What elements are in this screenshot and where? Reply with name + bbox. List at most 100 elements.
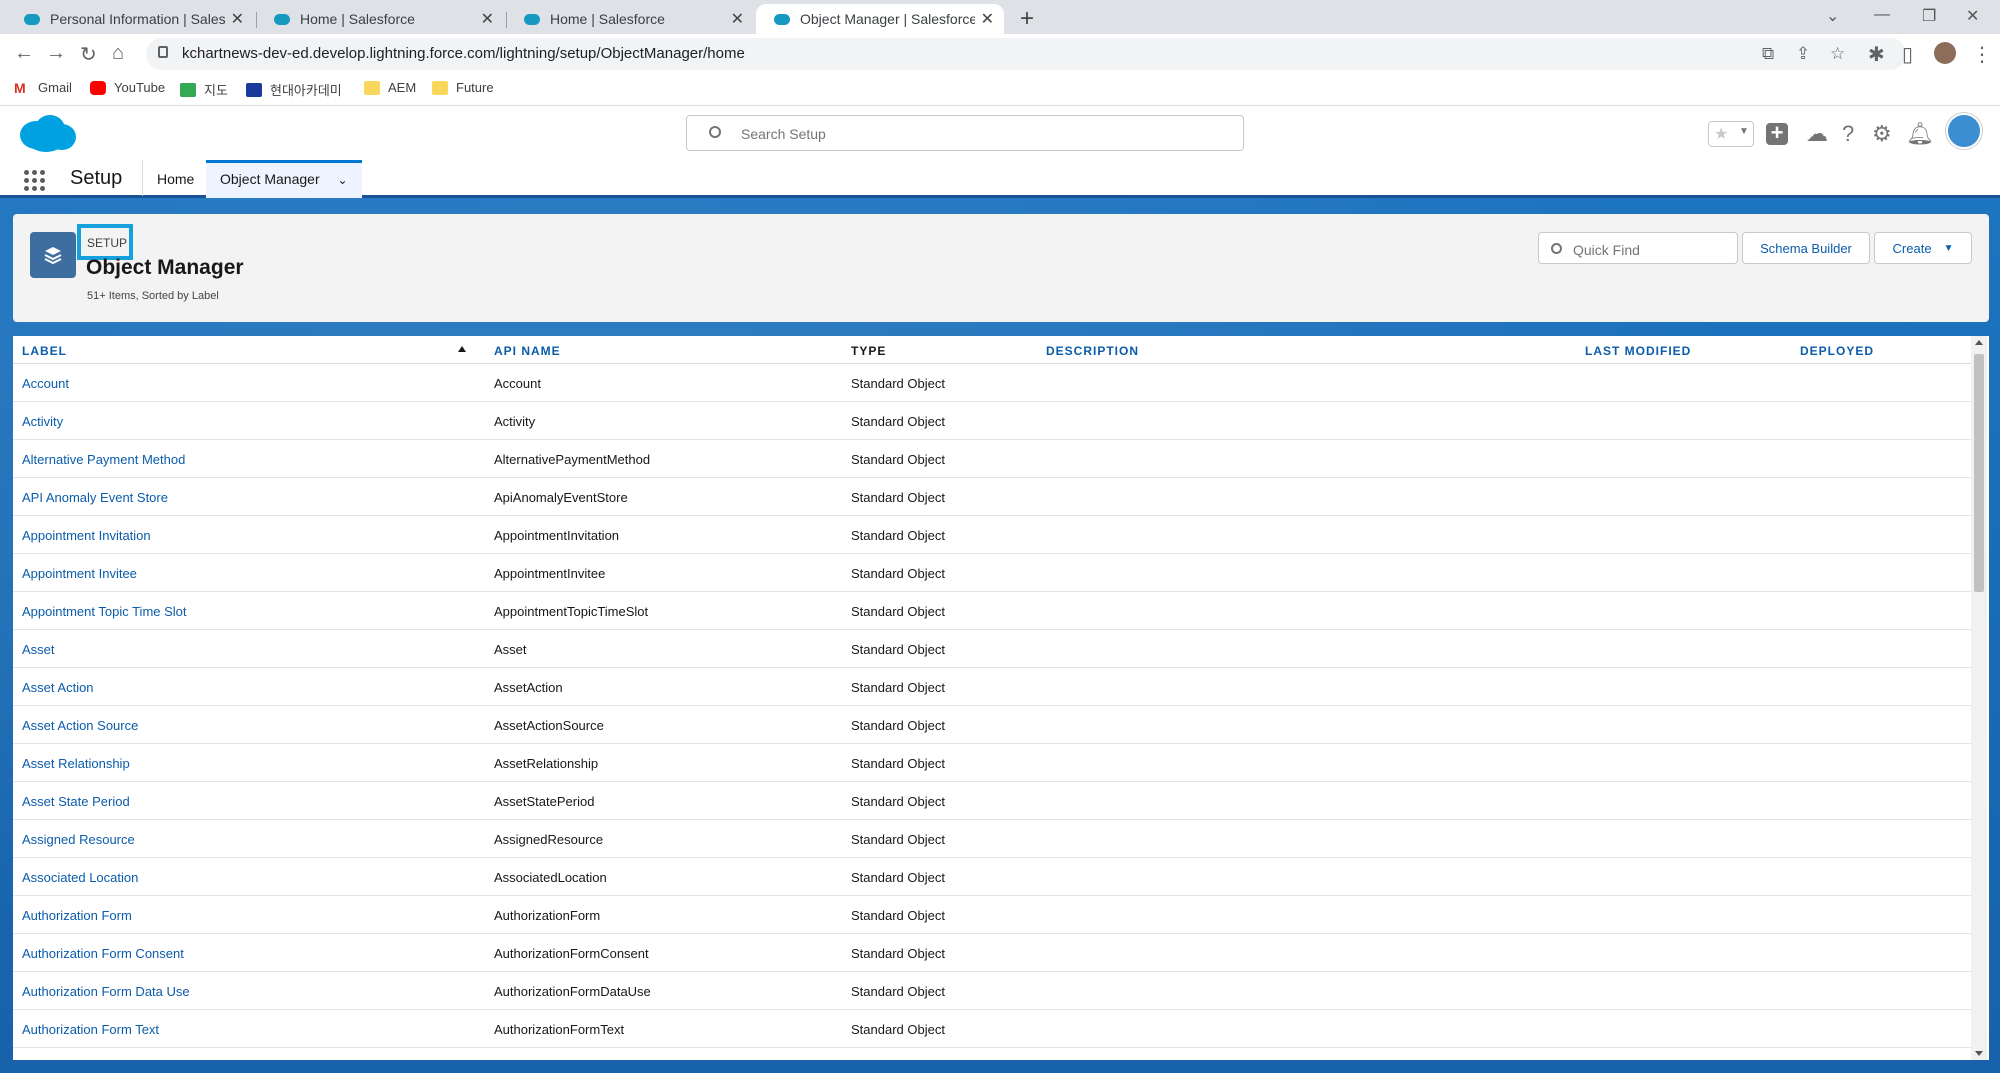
object-label-link[interactable]: Appointment Invitee (22, 566, 137, 581)
object-label-link[interactable]: Asset State Period (22, 794, 130, 809)
tab-title: Personal Information | Salesforce (50, 11, 225, 27)
side-panel-icon[interactable]: ▯ (1902, 42, 1913, 67)
object-label-link[interactable]: Activity (22, 414, 63, 429)
object-type: Standard Object (851, 908, 945, 923)
object-label-link[interactable]: Appointment Invitation (22, 528, 151, 543)
browser-tab-active[interactable]: Object Manager | Salesforce ✕ (756, 4, 1004, 34)
scroll-down-icon[interactable] (1975, 1051, 1983, 1056)
table-scrollbar[interactable] (1971, 336, 1987, 1060)
sort-ascending-icon[interactable] (458, 346, 466, 352)
nav-item-home[interactable]: Home (157, 171, 194, 187)
reload-icon[interactable]: ↻ (80, 42, 97, 67)
object-api-name: AuthorizationFormText (494, 1022, 625, 1037)
browser-tab[interactable]: Personal Information | Salesforce ✕ (6, 4, 254, 34)
column-header-description[interactable]: DESCRIPTION (1046, 344, 1139, 358)
schema-builder-button[interactable]: Schema Builder (1742, 232, 1870, 264)
object-label-link[interactable]: Authorization Form Data Use (22, 984, 190, 999)
close-tab-icon[interactable]: ✕ (231, 9, 244, 29)
table-row: Asset Action AssetAction Standard Object (13, 668, 1973, 706)
object-label-link[interactable]: Account (22, 376, 69, 391)
scroll-up-icon[interactable] (1975, 340, 1983, 345)
object-type: Standard Object (851, 414, 945, 429)
close-tab-icon[interactable]: ✕ (481, 9, 494, 29)
global-actions-icon[interactable]: + (1766, 122, 1788, 145)
browser-tab[interactable]: Home | Salesforce ✕ (506, 4, 754, 34)
bookmark-folder-future[interactable]: Future (432, 80, 494, 95)
object-label-link[interactable]: API Anomaly Event Store (22, 490, 168, 505)
table-row: Alternative Payment Method AlternativePay… (13, 440, 1973, 478)
object-label-link[interactable]: Asset Action Source (22, 718, 138, 733)
close-tab-icon[interactable]: ✕ (731, 9, 744, 29)
trailhead-icon[interactable]: ☁ (1806, 121, 1828, 147)
create-button[interactable]: Create ▼ (1874, 232, 1972, 264)
object-type: Standard Object (851, 528, 945, 543)
salesforce-favicon-icon (524, 13, 540, 25)
column-header-deployed[interactable]: DEPLOYED (1800, 344, 1874, 358)
breadcrumb-setup[interactable]: SETUP (77, 224, 133, 260)
new-tab-icon[interactable]: + (1020, 5, 1034, 33)
object-label-link[interactable]: Authorization Form (22, 908, 132, 923)
browser-tab[interactable]: Home | Salesforce ✕ (256, 4, 504, 34)
object-label-link[interactable]: Associated Location (22, 870, 138, 885)
app-launcher-icon[interactable] (24, 170, 46, 192)
object-type: Standard Object (851, 376, 945, 391)
table-row: Asset Action Source AssetActionSource Stan… (13, 706, 1973, 744)
notification-bell-icon[interactable]: 🔔︎ (1906, 121, 1934, 147)
back-icon[interactable]: ← (14, 42, 34, 65)
salesforce-logo-icon[interactable] (16, 113, 78, 153)
scrollbar-thumb[interactable] (1974, 354, 1984, 592)
restore-icon[interactable]: ❐ (1922, 6, 1936, 26)
close-tab-icon[interactable]: ✕ (981, 9, 994, 29)
tab-search-icon[interactable]: ⌄ (1826, 6, 1839, 26)
object-api-name: AssignedResource (494, 832, 604, 847)
nav-item-object-manager[interactable]: Object Manager ⌄ (206, 160, 362, 198)
user-avatar[interactable] (1946, 113, 1982, 149)
object-type: Standard Object (851, 566, 945, 581)
bookmark-gmail[interactable]: M Gmail (14, 80, 72, 95)
search-setup-input[interactable]: Search Setup (686, 115, 1244, 151)
bookmark-star-icon[interactable]: ☆ (1830, 44, 1845, 64)
gear-icon[interactable]: ⚙ (1872, 121, 1892, 147)
bookmark-label: AEM (388, 80, 417, 95)
map-icon (180, 82, 196, 97)
object-api-name: AlternativePaymentMethod (494, 452, 651, 467)
column-header-type[interactable]: TYPE (851, 344, 886, 358)
bookmark-maps[interactable]: 지도 (180, 80, 228, 99)
bookmark-academy[interactable]: 현대아카데미 (246, 80, 342, 99)
column-header-api-name[interactable]: API NAME (494, 344, 561, 358)
object-api-name: Activity (494, 414, 536, 429)
quick-find-placeholder: Quick Find (1573, 242, 1640, 258)
share-icon[interactable]: ⇪ (1796, 44, 1810, 64)
column-header-last-modified[interactable]: LAST MODIFIED (1585, 344, 1691, 358)
nav-divider (142, 160, 143, 196)
table-row: API Anomaly Event Store ApiAnomalyEventSt… (13, 478, 1973, 516)
address-bar[interactable]: kchartnews-dev-ed.develop.lightning.forc… (146, 38, 1906, 70)
home-icon[interactable]: ⌂ (112, 42, 124, 65)
object-label-link[interactable]: Asset (22, 642, 55, 657)
object-api-name: AssetRelationship (494, 756, 599, 771)
translate-icon[interactable]: ⧉ (1762, 44, 1774, 64)
chevron-down-icon[interactable]: ⌄ (338, 173, 348, 187)
object-type: Standard Object (851, 452, 945, 467)
extensions-icon[interactable]: ✱ (1868, 42, 1885, 67)
quick-find-input[interactable]: Quick Find (1538, 232, 1738, 264)
object-label-link[interactable]: Appointment Topic Time Slot (22, 604, 187, 619)
object-label-link[interactable]: Asset Relationship (22, 756, 130, 771)
profile-avatar[interactable] (1934, 42, 1956, 64)
help-icon[interactable]: ? (1842, 121, 1854, 147)
close-window-icon[interactable]: ✕ (1966, 6, 1979, 26)
favorites-button[interactable]: ★ ▼ (1708, 121, 1754, 147)
bookmark-folder-aem[interactable]: AEM (364, 80, 416, 95)
bookmark-youtube[interactable]: YouTube (90, 80, 165, 95)
table-row: Asset State Period AssetStatePeriod Standa… (13, 782, 1973, 820)
object-label-link[interactable]: Assigned Resource (22, 832, 135, 847)
object-label-link[interactable]: Asset Action (22, 680, 94, 695)
column-header-label[interactable]: LABEL (22, 344, 67, 358)
object-api-name: ApiAnomalyEventStore (494, 490, 628, 505)
object-label-link[interactable]: Alternative Payment Method (22, 452, 185, 467)
minimize-icon[interactable]: — (1874, 6, 1890, 24)
object-label-link[interactable]: Authorization Form Text (22, 1022, 159, 1037)
menu-icon[interactable]: ⋮ (1972, 42, 1992, 67)
object-label-link[interactable]: Authorization Form Consent (22, 946, 184, 961)
forward-icon[interactable]: → (46, 42, 66, 65)
